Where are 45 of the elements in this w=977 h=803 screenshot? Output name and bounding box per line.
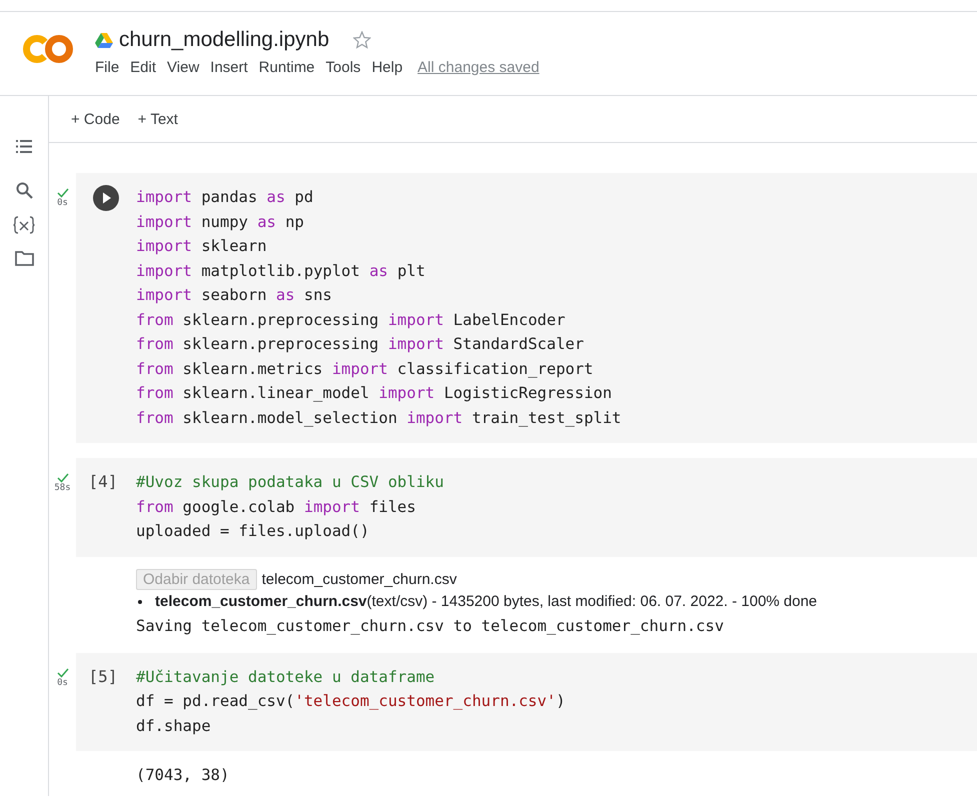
add-cell-button[interactable]: + Code	[71, 110, 120, 128]
code-line: df.shape	[136, 716, 212, 736]
file-name: telecom_customer_churn.csv	[262, 570, 457, 588]
run-button-icon[interactable]	[93, 185, 119, 211]
code-line: #Uvoz skupa podataka u CSV obliku	[136, 472, 444, 493]
code-line: import matplotlib.pyplot as plt	[136, 260, 426, 282]
save-status-link[interactable]: All changes saved	[418, 59, 540, 76]
folder-icon[interactable]	[14, 251, 34, 266]
execution-time: 58s	[54, 483, 71, 493]
code-line: df = pd.read_csv('telecom_customer_churn.csv')	[136, 691, 566, 712]
menu-item[interactable]: Insert	[210, 59, 248, 76]
execution-count: [5]	[88, 666, 118, 688]
code-line: from sklearn.preprocessing import StandardScaler	[136, 334, 585, 355]
code-line: from sklearn.linear_model import LogisticRegression	[136, 383, 613, 404]
code-line: from sklearn.metrics import classification_report	[136, 358, 594, 380]
execution-count: [4]	[88, 471, 118, 493]
output-text: (7043, 38)	[136, 765, 230, 786]
code-line: import sklearn	[136, 236, 268, 257]
menu-item[interactable]: Runtime	[258, 59, 315, 76]
upload-status-text: telecom_customer_churn.csv(text/csv) - 1435200 bytes, last modified: 06. 07. 2022. - 100% done	[155, 592, 818, 612]
menu-item[interactable]: Edit	[130, 59, 156, 76]
output-text: Saving telecom_customer_churn.csv to telecom_customer_churn.csv	[136, 616, 725, 637]
execution-time: 0s	[57, 678, 68, 688]
variables-icon[interactable]	[13, 216, 35, 234]
star-icon[interactable]	[353, 31, 372, 49]
execution-time: 0s	[57, 198, 68, 208]
code-line: import pandas as pd	[136, 187, 314, 208]
drive-icon	[95, 32, 113, 48]
code-line: from google.colab import files	[136, 496, 417, 518]
menu-item[interactable]: View	[167, 59, 200, 76]
menu-item[interactable]: File	[95, 59, 120, 76]
search-icon[interactable]	[16, 182, 32, 199]
logo-icon[interactable]	[22, 34, 74, 64]
menu-item[interactable]: Tools	[326, 59, 361, 76]
code-line: import numpy as np	[136, 212, 305, 232]
notebook-title[interactable]: churn_modelling.ipynb	[119, 28, 330, 52]
table-of-contents-icon[interactable]	[16, 140, 32, 153]
add-cell-button[interactable]: + Text	[138, 110, 178, 128]
menu-item[interactable]: Help	[372, 59, 403, 76]
code-line: from sklearn.preprocessing import LabelEncoder	[136, 310, 566, 330]
code-line: #Učitavanje datoteke u dataframe	[136, 666, 436, 688]
code-line: import seaborn as sns	[136, 285, 333, 306]
bullet-icon	[138, 600, 142, 604]
code-line: from sklearn.model_selection import train_test_split	[136, 408, 622, 429]
code-line: uploaded = files.upload()	[136, 521, 370, 542]
